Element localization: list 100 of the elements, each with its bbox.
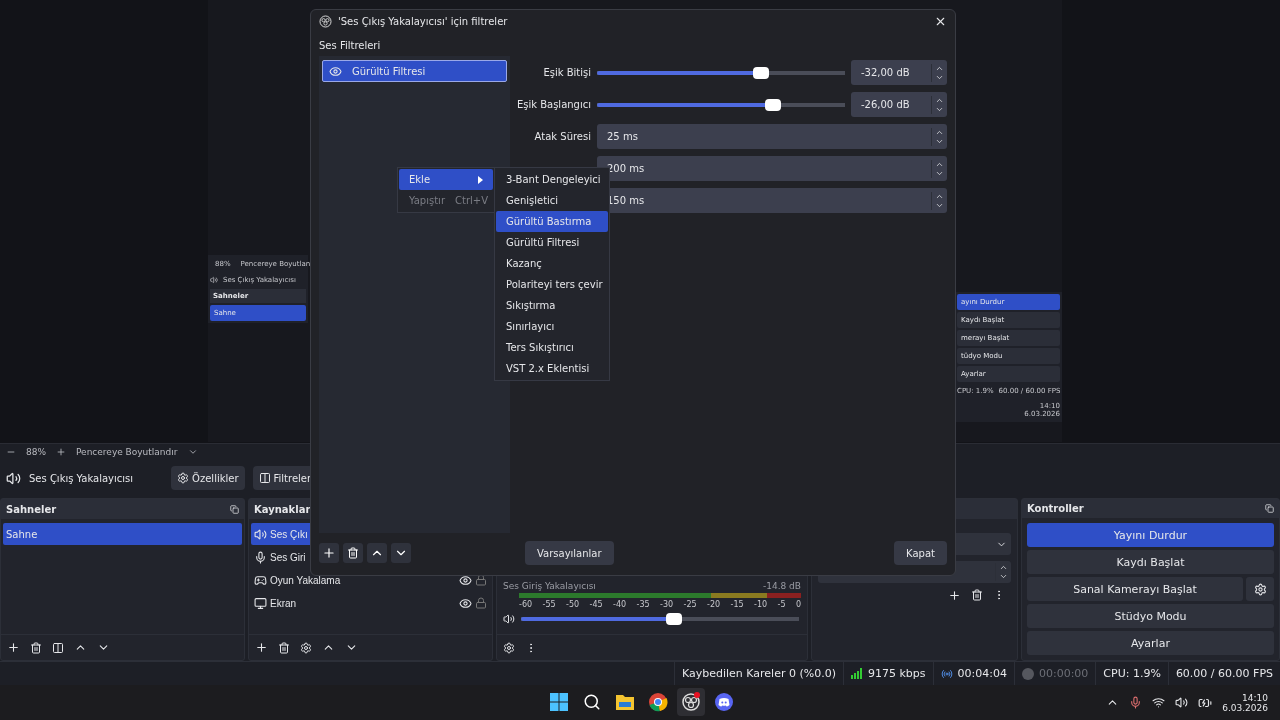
add-icon[interactable] xyxy=(255,641,268,654)
caret-icon[interactable] xyxy=(187,447,198,457)
trash-icon[interactable] xyxy=(30,641,42,654)
monitor-icon xyxy=(254,596,267,610)
control-button[interactable]: Ayarlar xyxy=(1027,631,1274,655)
panel-title: Kontroller xyxy=(1027,503,1084,514)
field-label: Atak Süresi xyxy=(533,131,591,142)
number-field[interactable]: 25 ms xyxy=(597,124,947,149)
add-button[interactable] xyxy=(319,543,339,563)
filter-icon[interactable] xyxy=(52,641,64,654)
scale-label: -60 xyxy=(519,600,533,609)
close-button[interactable]: Kapat xyxy=(894,541,947,565)
spin-up-icon[interactable] xyxy=(999,563,1008,572)
scale-label: -25 xyxy=(683,600,697,609)
eye-icon[interactable] xyxy=(459,596,472,610)
gear-icon xyxy=(1253,582,1267,596)
add-icon[interactable] xyxy=(7,641,20,654)
source-item[interactable]: Oyun Yakalama xyxy=(251,569,490,591)
clock-date: 6.03.2026 xyxy=(1222,702,1268,713)
scale-label: -50 xyxy=(566,600,580,609)
section-title: Ses Filtreleri xyxy=(319,40,382,51)
dropped-frames: Kaybedilen Kareler 0 (%0.0) xyxy=(681,667,836,680)
menu-item[interactable]: Ters Sıkıştırıcı xyxy=(496,337,608,358)
wifi-icon[interactable] xyxy=(1152,696,1166,709)
filter-item[interactable]: Gürültü Filtresi xyxy=(322,60,507,82)
bitrate: 9175 kbps xyxy=(868,667,926,680)
speaker-icon xyxy=(6,470,21,486)
cpu-usage: CPU: 1.9% xyxy=(1103,667,1161,680)
channel-name: Ses Giriş Yakalayıcısı xyxy=(503,581,596,591)
broadcast-icon xyxy=(940,667,953,680)
menu-item[interactable]: Sıkıştırma xyxy=(496,295,608,316)
fps-reading: 60.00 / 60.00 FPS xyxy=(1175,667,1273,680)
defaults-button[interactable]: Varsayılanlar xyxy=(525,541,614,565)
search-icon[interactable] xyxy=(583,693,601,711)
filter-icon xyxy=(258,472,271,484)
settings-icon[interactable] xyxy=(300,641,312,654)
scale-label: -10 xyxy=(754,600,768,609)
scale-label: -55 xyxy=(542,600,556,609)
menu-item[interactable]: Gürültü Filtresi xyxy=(496,232,608,253)
add-icon[interactable] xyxy=(948,589,961,602)
zoom-in-icon[interactable] xyxy=(56,447,66,457)
lock-icon[interactable] xyxy=(475,574,487,586)
fit-dropdown[interactable]: Pencereye Boyutlandır xyxy=(76,447,178,457)
lock-icon[interactable] xyxy=(475,597,487,609)
speaker-icon[interactable] xyxy=(503,613,515,625)
speaker-icon[interactable] xyxy=(1175,696,1189,709)
record-time: 00:00:00 xyxy=(1038,667,1089,680)
control-button[interactable]: Stüdyo Modu xyxy=(1027,604,1274,628)
scale-label: 0 xyxy=(795,600,801,609)
menu-item[interactable]: Polariteyi ters çevir xyxy=(496,274,608,295)
move-up-button[interactable] xyxy=(367,543,387,563)
eye-icon[interactable] xyxy=(459,573,472,587)
menu-item[interactable]: Kazanç xyxy=(496,253,608,274)
scene-item[interactable]: Sahne xyxy=(3,523,242,545)
control-button[interactable]: Yayını Durdur xyxy=(1027,523,1274,547)
source-name: Ses Çıkış Yakalayıcısı xyxy=(29,472,134,484)
panel-title: Sahneler xyxy=(6,503,57,515)
menu-item[interactable]: Gürültü Bastırma xyxy=(496,211,608,232)
settings-button[interactable] xyxy=(1246,577,1274,601)
control-button[interactable]: Sanal Kamerayı Başlat xyxy=(1027,577,1243,601)
undock-icon[interactable] xyxy=(1265,504,1274,513)
obs-logo-icon xyxy=(319,14,332,28)
folder-icon[interactable] xyxy=(615,693,635,711)
trash-icon[interactable] xyxy=(971,589,983,601)
plus-icon xyxy=(322,546,336,560)
signal-bars-icon xyxy=(851,668,863,679)
move-down-button[interactable] xyxy=(391,543,411,563)
number-field[interactable]: -32,00 dB xyxy=(851,60,947,85)
scale-label: -40 xyxy=(613,600,627,609)
scale-label: -15 xyxy=(730,600,744,609)
field-label: Eşik Başlangıcı xyxy=(516,99,591,110)
microphone-icon[interactable] xyxy=(1129,696,1143,709)
gamepad-icon xyxy=(254,573,267,587)
scale-label: -45 xyxy=(589,600,603,609)
eye-icon[interactable] xyxy=(329,64,342,78)
scale-label: -5 xyxy=(777,600,786,609)
record-dot-icon xyxy=(1021,667,1034,680)
source-item[interactable]: Ekran xyxy=(251,592,490,614)
scale-label: -20 xyxy=(707,600,721,609)
speaker-icon xyxy=(254,527,267,541)
menu-item[interactable]: Ekle xyxy=(399,169,493,190)
panel-title: Kaynaklar xyxy=(254,503,311,515)
undock-icon[interactable] xyxy=(230,504,239,514)
trash-icon[interactable] xyxy=(278,641,290,654)
menu-item[interactable]: VST 2.x Eklentisi xyxy=(496,358,608,379)
zoom-level: 88% xyxy=(26,447,46,457)
stream-time: 00:04:04 xyxy=(957,667,1007,680)
delete-button[interactable] xyxy=(343,543,363,563)
filter-name: Gürültü Filtresi xyxy=(352,65,426,77)
field-label: Eşik Bitişi xyxy=(542,67,591,78)
scale-label: -30 xyxy=(660,600,674,609)
menu-item[interactable]: Sınırlayıcı xyxy=(496,316,608,337)
number-field[interactable]: -26,00 dB xyxy=(851,92,947,117)
spin-down-icon[interactable] xyxy=(999,572,1008,581)
settings-icon[interactable] xyxy=(503,641,515,654)
control-button[interactable]: Kaydı Başlat xyxy=(1027,550,1274,574)
gear-icon xyxy=(177,472,190,484)
properties-button[interactable]: Özellikler xyxy=(171,466,245,490)
db-reading: -14.8 dB xyxy=(762,581,801,591)
window-title: 'Ses Çıkış Yakalayıcısı' için filtreler xyxy=(338,15,509,27)
